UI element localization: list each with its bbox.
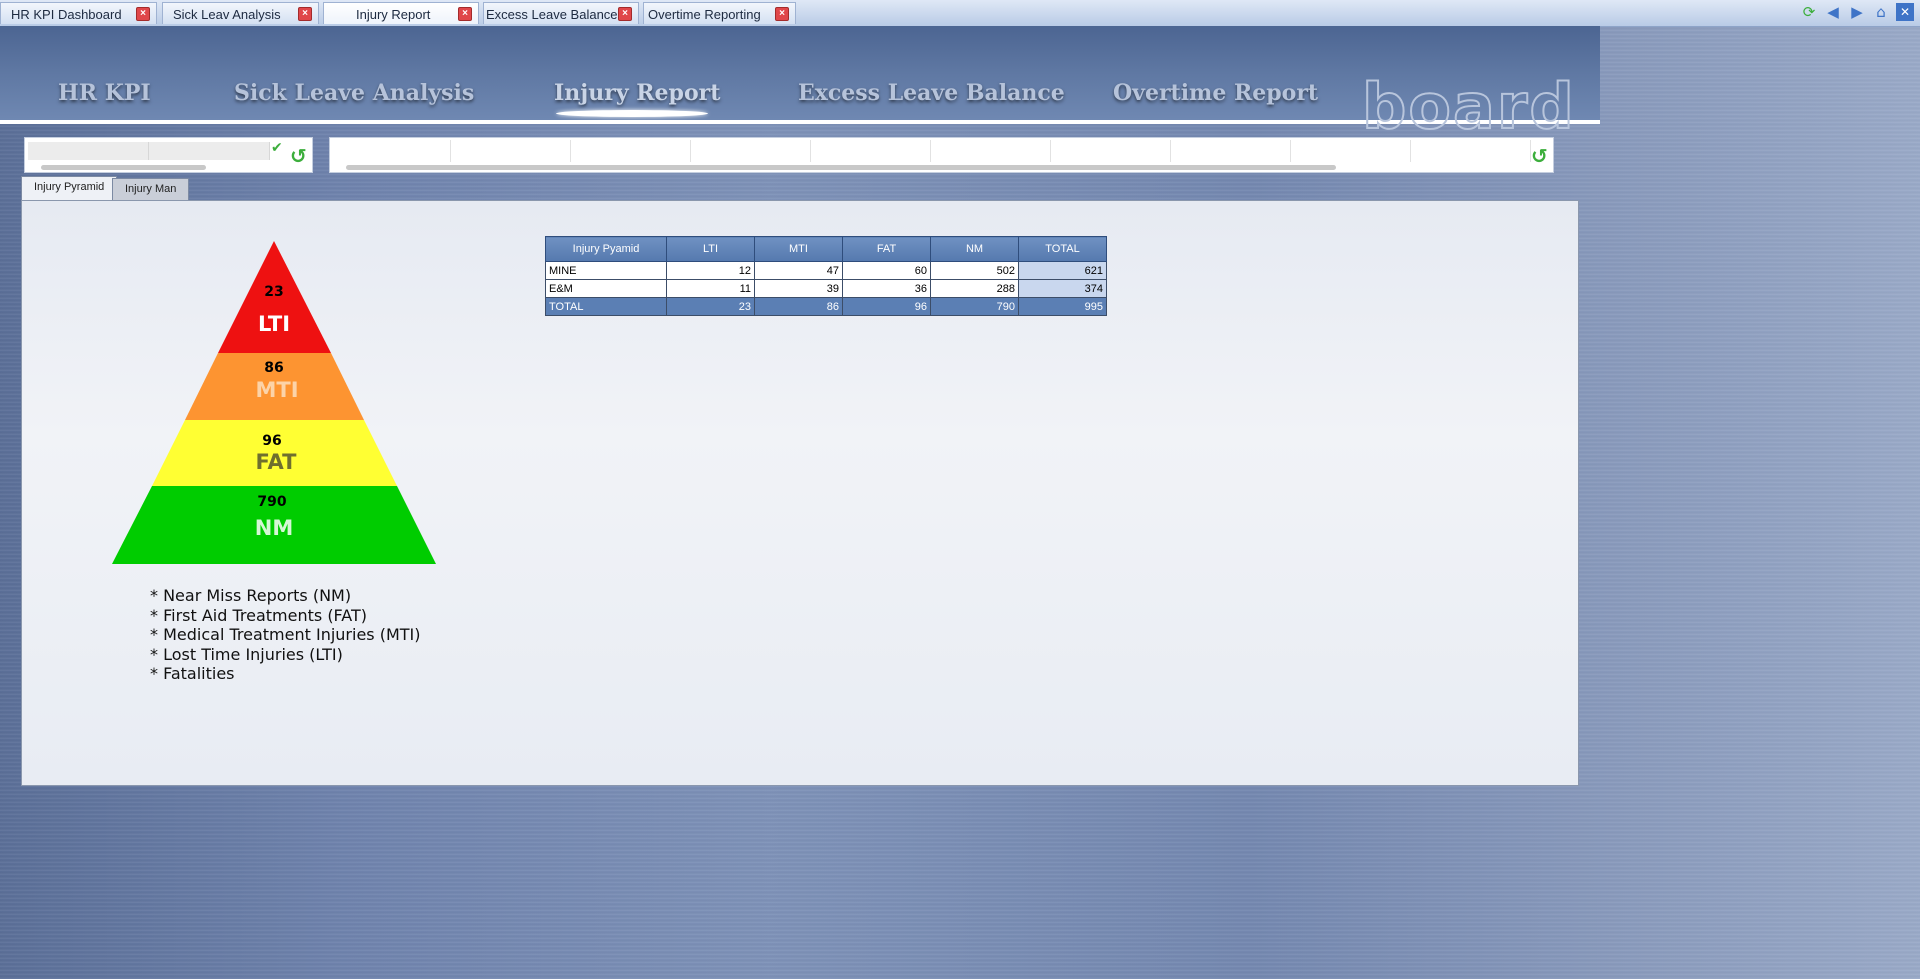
table-cell: 288 bbox=[930, 279, 1019, 298]
table-cell: 790 bbox=[930, 297, 1019, 316]
legend-item: * Near Miss Reports (NM) bbox=[150, 586, 352, 605]
table-header-row: Injury Pyamid LTI MTI FAT NM TOTAL bbox=[545, 236, 1107, 262]
nm-label: NM bbox=[254, 516, 294, 540]
table-cell: 23 bbox=[666, 297, 755, 316]
table-cell: 36 bbox=[842, 279, 931, 298]
column-header[interactable]: NM bbox=[930, 236, 1019, 262]
row-label: E&M bbox=[545, 279, 667, 298]
table-cell: 47 bbox=[754, 261, 843, 280]
column-header[interactable]: MTI bbox=[754, 236, 843, 262]
row-label: TOTAL bbox=[545, 297, 667, 316]
lti-value: 23 bbox=[264, 284, 284, 300]
mti-value: 86 bbox=[264, 360, 284, 376]
legend-item: * Medical Treatment Injuries (MTI) bbox=[150, 625, 421, 644]
lti-label: LTI bbox=[257, 312, 291, 336]
table-cell-total: 621 bbox=[1018, 261, 1107, 280]
column-header[interactable]: FAT bbox=[842, 236, 931, 262]
legend-item: * Fatalities bbox=[150, 664, 235, 683]
table-cell: 11 bbox=[666, 279, 755, 298]
table-cell: 39 bbox=[754, 279, 843, 298]
legend-item: * Lost Time Injuries (LTI) bbox=[150, 644, 343, 664]
column-header[interactable]: TOTAL bbox=[1018, 236, 1107, 262]
row-label: MINE bbox=[545, 261, 667, 280]
table-cell: 995 bbox=[1018, 297, 1107, 316]
mti-label: MTI bbox=[255, 378, 299, 402]
table-cell: 86 bbox=[754, 297, 843, 316]
table-cell: 96 bbox=[842, 297, 931, 316]
nm-value: 790 bbox=[257, 494, 287, 510]
legend-item: * First Aid Treatments (FAT) bbox=[150, 605, 368, 625]
injury-pyramid bbox=[112, 241, 436, 564]
fat-value: 96 bbox=[262, 433, 282, 449]
table-total-row: TOTAL 23 86 96 790 995 bbox=[545, 297, 1107, 316]
table-cell: 12 bbox=[666, 261, 755, 280]
table-cell: 60 bbox=[842, 261, 931, 280]
column-header[interactable]: Injury Pyamid bbox=[545, 236, 667, 262]
column-header[interactable]: LTI bbox=[666, 236, 755, 262]
pyramid-legend: * Near Miss Reports (NM) * First Aid Tre… bbox=[150, 586, 420, 684]
table-row: E&M 11 39 36 288 374 bbox=[545, 279, 1107, 298]
table-cell: 502 bbox=[930, 261, 1019, 280]
table-cell-total: 374 bbox=[1018, 279, 1107, 298]
table-row: MINE 12 47 60 502 621 bbox=[545, 261, 1107, 280]
fat-label: FAT bbox=[255, 450, 297, 474]
injury-table: Injury Pyamid LTI MTI FAT NM TOTAL MINE … bbox=[545, 236, 1107, 316]
